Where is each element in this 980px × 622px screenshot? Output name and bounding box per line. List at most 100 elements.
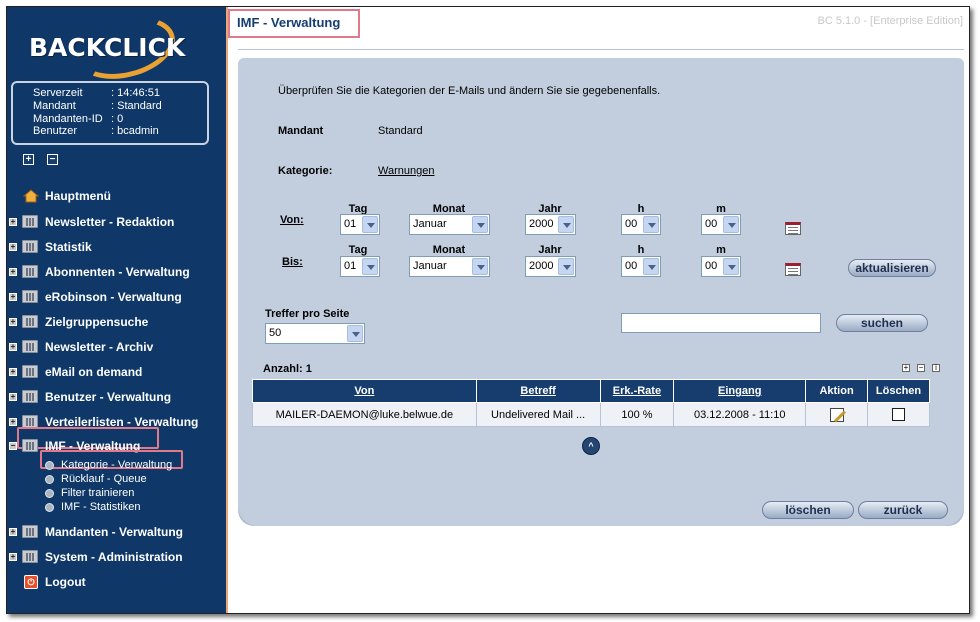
bis-minute-select[interactable]: 00: [701, 256, 741, 277]
expand-icon[interactable]: +: [9, 268, 17, 276]
expand-icon[interactable]: +: [9, 418, 17, 426]
suchen-button[interactable]: suchen: [836, 314, 928, 332]
main-content: IMF - Verwaltung BC 5.1.0 - [Enterprise …: [228, 7, 969, 613]
folder-icon: [22, 365, 38, 378]
cell-betreff: Undelivered Mail ...: [475, 402, 601, 427]
mandant-label: Mandant: [278, 125, 324, 137]
info-icon[interactable]: i: [932, 364, 940, 372]
logo: BACKCLICK: [21, 7, 211, 89]
nav-mandanten-verwaltung[interactable]: + Mandanten - Verwaltung: [7, 522, 228, 542]
sidebar: BACKCLICK Serverzeit: 14:46:51 Mandant: …: [7, 7, 228, 613]
bullet-icon: [45, 461, 54, 470]
chevron-down-icon: [472, 216, 488, 233]
jahr-header: Jahr: [538, 244, 562, 256]
table-row: MAILER-DAEMON@luke.belwue.de Undelivered…: [252, 402, 930, 427]
bis-stunde-select[interactable]: 00: [621, 256, 661, 277]
bis-monat-select[interactable]: Januar: [409, 256, 490, 277]
app-window: BACKCLICK Serverzeit: 14:46:51 Mandant: …: [6, 6, 970, 614]
chevron-down-icon: [347, 325, 363, 342]
m-header: m: [716, 244, 726, 256]
expand-icon[interactable]: +: [9, 318, 17, 326]
expand-icon[interactable]: +: [9, 243, 17, 251]
results-table: Von Betreff Erk.-Rate Eingang Aktion Lös…: [252, 379, 930, 427]
col-eingang[interactable]: Eingang: [673, 379, 807, 403]
von-minute-select[interactable]: 00: [701, 214, 741, 235]
table-header-row: Von Betreff Erk.-Rate Eingang Aktion Lös…: [252, 379, 930, 403]
aktualisieren-button[interactable]: aktualisieren: [848, 259, 936, 277]
expand-icon[interactable]: +: [9, 393, 17, 401]
expand-icon[interactable]: +: [9, 368, 17, 376]
cell-erk-rate: 100 %: [599, 402, 675, 427]
nav-statistik[interactable]: + Statistik: [7, 237, 228, 257]
logo-text: BACKCLICK: [29, 33, 186, 62]
col-erk-rate[interactable]: Erk.-Rate: [599, 379, 675, 403]
collapse-icon[interactable]: −: [917, 364, 925, 372]
bis-jahr-select[interactable]: 2000: [525, 256, 576, 277]
nav-hauptmenu[interactable]: Hauptmenü: [7, 186, 228, 206]
nav-logout[interactable]: ⏻ Logout: [7, 572, 228, 592]
col-loeschen: Löschen: [867, 379, 930, 403]
edit-icon[interactable]: [829, 407, 844, 422]
cell-von: MAILER-DAEMON@luke.belwue.de: [252, 402, 477, 427]
nav-erobinson-verwaltung[interactable]: + eRobinson - Verwaltung: [7, 287, 228, 307]
von-tag-select[interactable]: 01: [340, 214, 380, 235]
von-monat-select[interactable]: Januar: [409, 214, 490, 235]
nav-zielgruppensuche[interactable]: + Zielgruppensuche: [7, 312, 228, 332]
delete-checkbox[interactable]: [892, 408, 905, 421]
von-stunde-select[interactable]: 00: [621, 214, 661, 235]
nav-system-administration[interactable]: + System - Administration: [7, 547, 228, 567]
expand-icon[interactable]: +: [9, 293, 17, 301]
session-info: Serverzeit: 14:46:51 Mandant: Standard M…: [11, 81, 209, 145]
bullet-icon: [45, 489, 54, 498]
expand-icon[interactable]: +: [9, 343, 17, 351]
nav-newsletter-archiv[interactable]: + Newsletter - Archiv: [7, 337, 228, 357]
von-jahr-select[interactable]: 2000: [525, 214, 576, 235]
content-panel: [238, 58, 964, 526]
home-icon: [22, 189, 40, 203]
calendar-icon[interactable]: [785, 222, 801, 235]
h-header: h: [637, 244, 645, 256]
chevron-down-icon: [472, 258, 488, 275]
expand-icon[interactable]: +: [9, 528, 17, 536]
zurueck-button[interactable]: zurück: [858, 501, 948, 519]
expand-icon[interactable]: +: [902, 364, 910, 372]
chevron-down-icon: [643, 258, 659, 275]
power-icon: ⏻: [24, 575, 38, 589]
expand-all-icon[interactable]: +: [23, 154, 34, 165]
folder-icon: [22, 390, 38, 403]
folder-icon: [22, 265, 38, 278]
scroll-up-icon[interactable]: ^: [582, 437, 600, 455]
folder-icon: [22, 550, 38, 563]
folder-icon: [22, 240, 38, 253]
col-von[interactable]: Von: [252, 379, 477, 403]
tag-header: Tag: [348, 244, 368, 256]
loeschen-button[interactable]: löschen: [762, 501, 854, 519]
open-folder-icon: [22, 439, 38, 452]
bullet-icon: [45, 475, 54, 484]
folder-icon: [22, 290, 38, 303]
expand-icon[interactable]: +: [9, 218, 17, 226]
folder-icon: [22, 215, 38, 228]
chevron-down-icon: [643, 216, 659, 233]
chevron-down-icon: [558, 258, 574, 275]
nav-abonnenten-verwaltung[interactable]: + Abonnenten - Verwaltung: [7, 262, 228, 282]
version-label: BC 5.1.0 - [Enterprise Edition]: [817, 15, 963, 27]
kategorie-link[interactable]: Warnungen: [378, 165, 434, 177]
bis-label: Bis:: [282, 256, 303, 268]
nav-benutzer-verwaltung[interactable]: + Benutzer - Verwaltung: [7, 387, 228, 407]
calendar-icon[interactable]: [785, 263, 801, 276]
bis-tag-select[interactable]: 01: [340, 256, 380, 277]
chevron-down-icon: [362, 216, 378, 233]
nav-newsletter-redaktion[interactable]: + Newsletter - Redaktion: [7, 212, 228, 232]
col-betreff[interactable]: Betreff: [475, 379, 601, 403]
collapse-all-icon[interactable]: −: [47, 154, 58, 165]
treffer-select[interactable]: 50: [265, 323, 365, 344]
cell-aktion: [805, 402, 869, 427]
nav-email-on-demand[interactable]: + eMail on demand: [7, 362, 228, 382]
expand-icon[interactable]: +: [9, 553, 17, 561]
collapse-icon[interactable]: −: [9, 442, 17, 450]
bullet-icon: [45, 503, 54, 512]
cell-loeschen: [867, 402, 930, 427]
kategorie-label: Kategorie:: [278, 165, 333, 177]
search-input[interactable]: [621, 313, 821, 333]
